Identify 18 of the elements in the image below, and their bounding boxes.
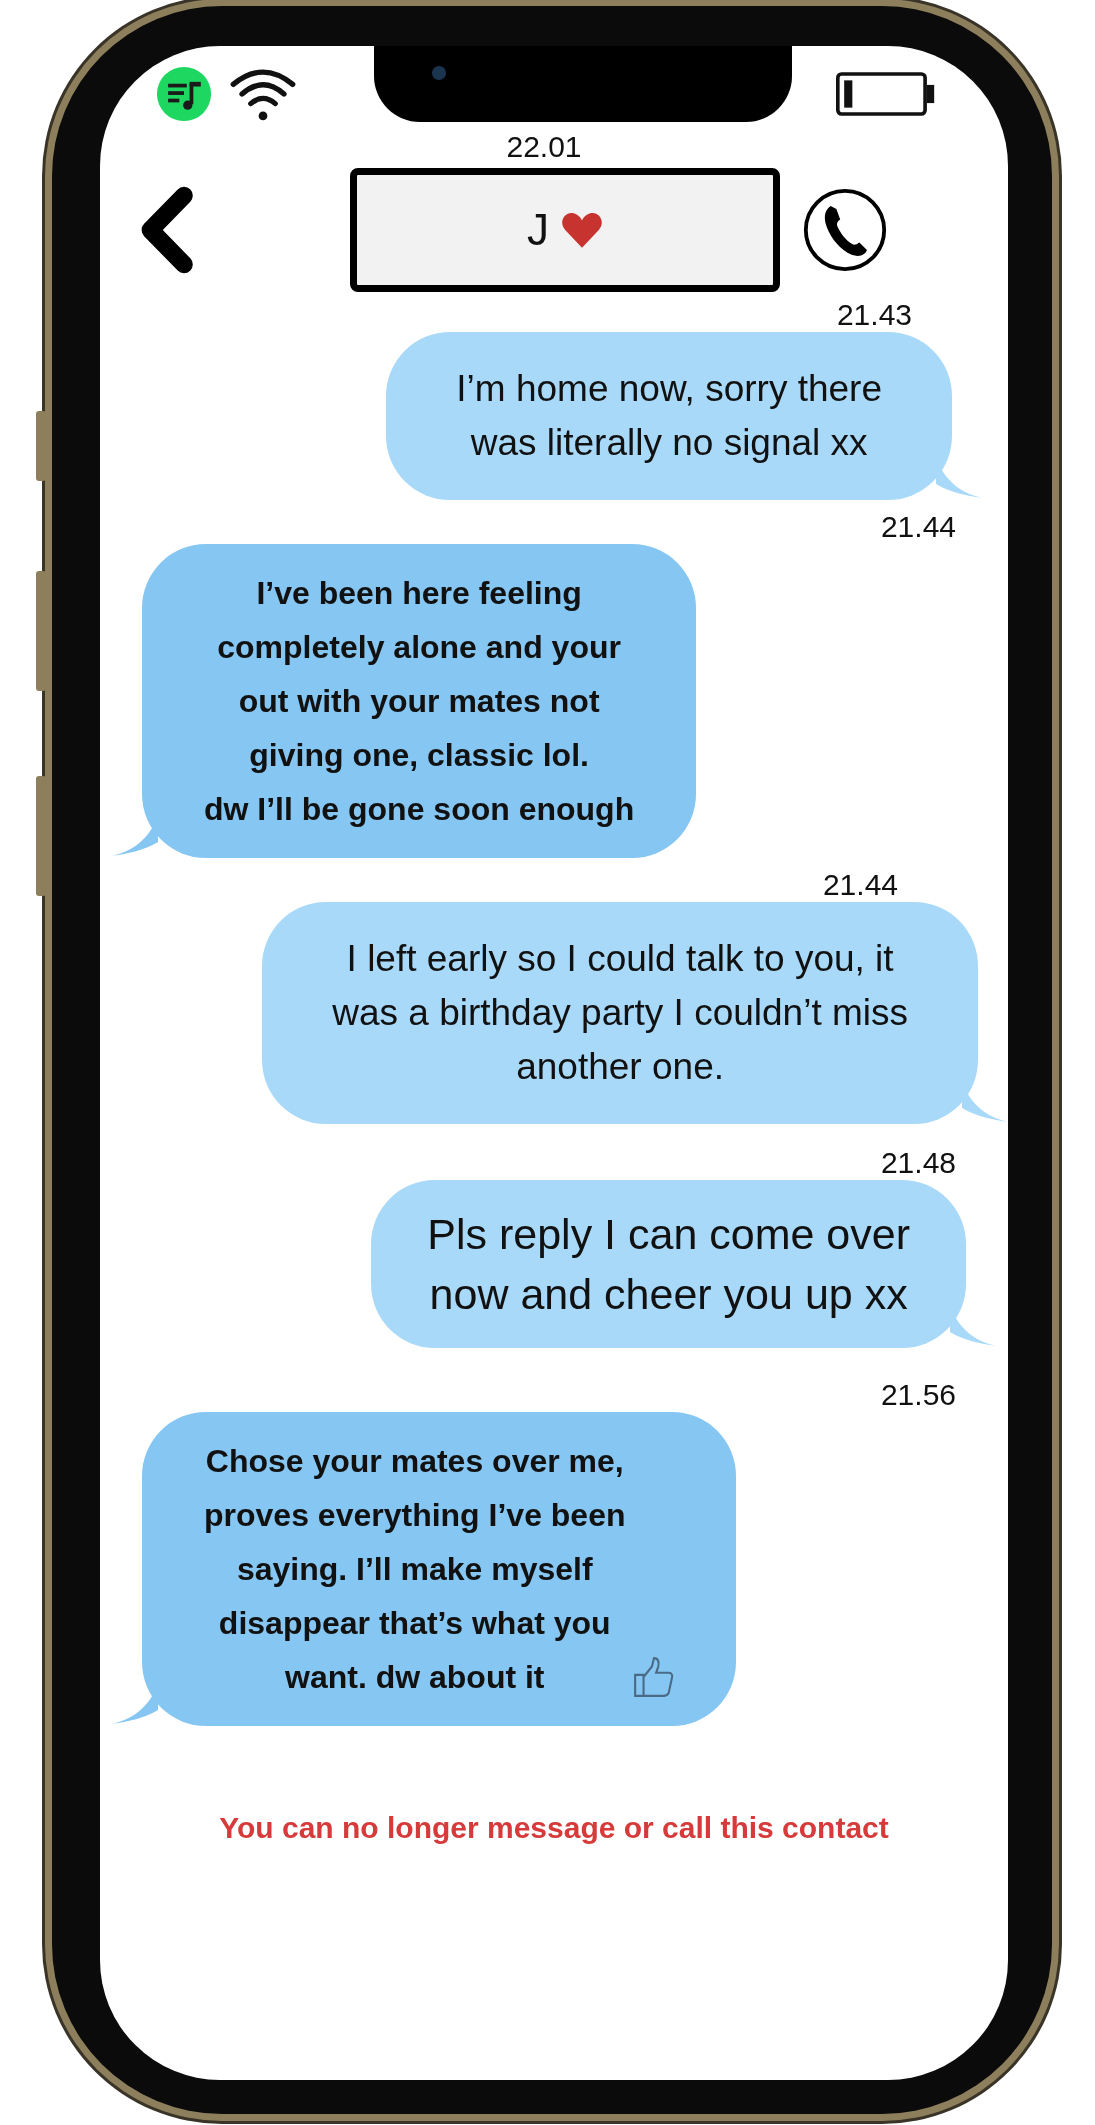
message-text: I’ve been here feeling completely alone and your out with your mates not giving one, classic lol. dw I’ll be gone soon enough [204,574,635,829]
music-app-icon[interactable] [156,66,212,122]
battery-icon [836,70,936,118]
message-time: 21.43 [836,298,912,332]
clock-time: 22.01 [506,130,582,164]
message-text: Chose your mates over me, proves everything I’ve been saying. I’ll make myself disappear that’s what you want. dw about it [204,1442,626,1697]
message-text: Pls reply I can come over now and cheer you up xx [427,1209,910,1320]
message-text: I’m home now, sorry there was literally no signal xx [456,367,882,465]
heart-icon [561,211,603,249]
message-time: 21.44 [880,510,956,544]
message-time: 21.44 [822,868,898,902]
phone-call-icon[interactable] [802,187,888,273]
message-text: I left early so I could talk to you, it was a birthday party I couldn’t miss another one. [332,937,908,1089]
message-time: 21.56 [880,1378,956,1412]
message-time: 21.48 [880,1146,956,1180]
blocked-notice: You can no longer message or call this contact [218,1810,890,1846]
contact-name-box[interactable]: J [350,168,780,292]
contact-name: J [527,205,549,255]
